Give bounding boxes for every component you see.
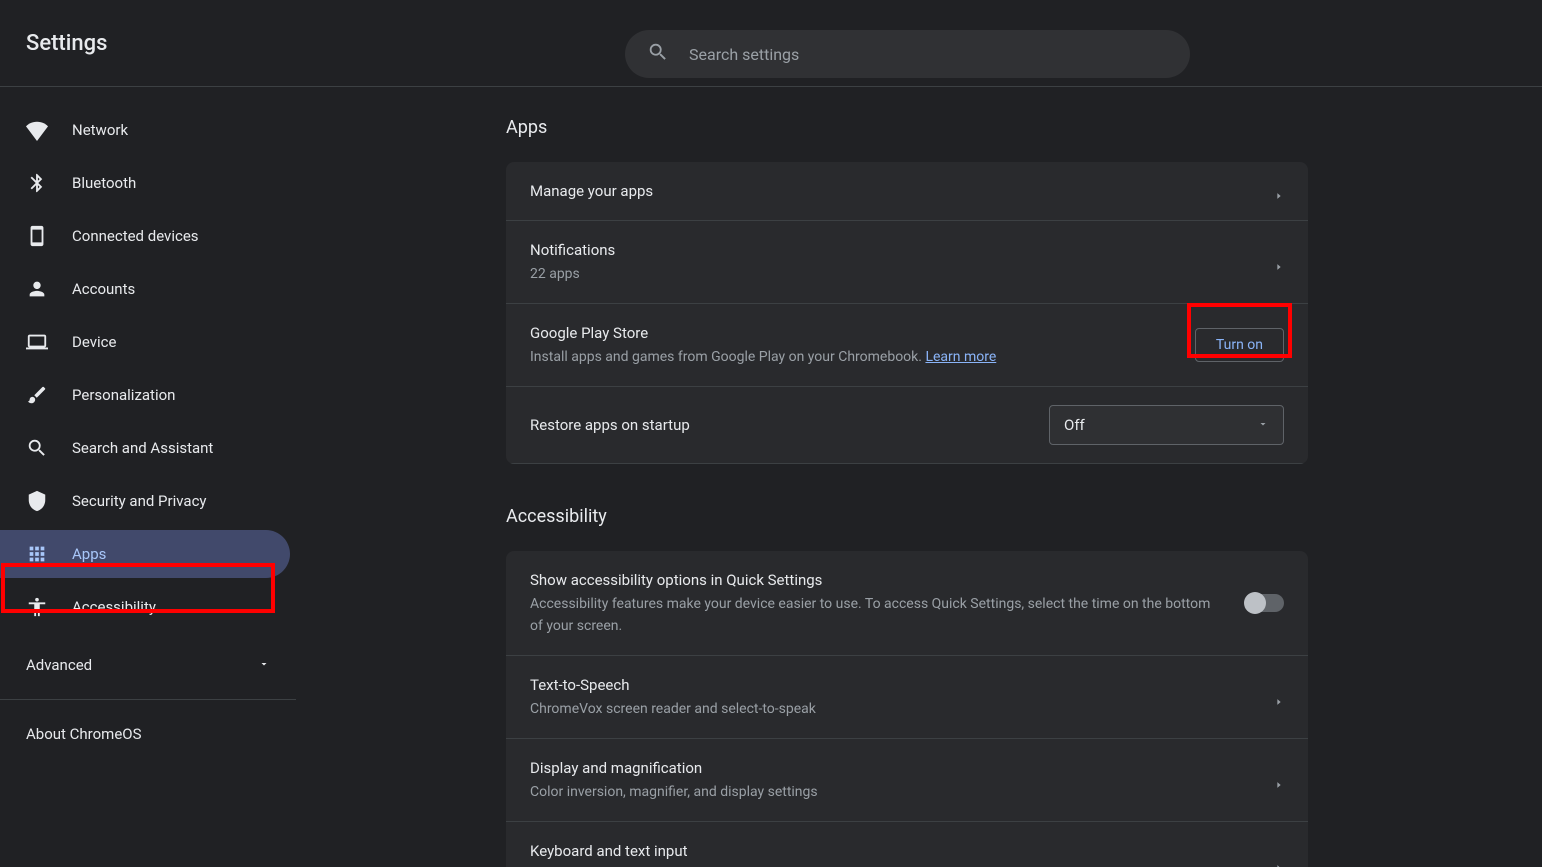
chevron-down-icon [1257,416,1269,434]
chevron-right-icon [1274,775,1284,785]
page-title: Settings [26,31,107,56]
sidebar-item-label: Apps [72,545,106,563]
accessibility-card: Show accessibility options in Quick Sett… [506,551,1308,867]
sidebar-advanced[interactable]: Advanced [0,641,296,689]
sidebar-item-device[interactable]: Device [0,318,296,366]
laptop-icon [26,331,48,353]
sidebar-item-search-assistant[interactable]: Search and Assistant [0,424,296,472]
shield-icon [26,490,48,512]
restore-apps-select[interactable]: Off [1049,405,1284,445]
chevron-right-icon [1274,186,1284,196]
sidebar-item-label: Personalization [72,386,175,404]
row-title: Display and magnification [530,757,818,779]
row-sub: Accessibility features make your device … [530,593,1220,637]
sidebar-item-label: Connected devices [72,227,199,245]
chevron-down-icon [258,656,270,674]
sidebar-divider [0,699,296,700]
row-title: Restore apps on startup [530,414,690,436]
play-sub-text: Install apps and games from Google Play … [530,349,925,365]
apps-grid-icon [26,543,48,565]
accessibility-icon [26,596,48,618]
row-manage-apps[interactable]: Manage your apps [506,162,1308,221]
person-icon [26,278,48,300]
row-google-play-store: Google Play Store Install apps and games… [506,304,1308,387]
sidebar-item-label: Search and Assistant [72,439,213,457]
sidebar: Network Bluetooth Connected devices Acco… [0,87,296,867]
chevron-right-icon [1274,257,1284,267]
row-title: Show accessibility options in Quick Sett… [530,569,1220,591]
sidebar-item-label: Security and Privacy [72,492,207,510]
section-title-apps: Apps [506,117,1308,138]
sidebar-item-label: Device [72,333,116,351]
row-notifications[interactable]: Notifications 22 apps [506,221,1308,304]
search-icon [647,41,669,67]
row-quick-settings-accessibility: Show accessibility options in Quick Sett… [506,551,1308,656]
sidebar-item-apps[interactable]: Apps [0,530,290,578]
brush-icon [26,384,48,406]
accessibility-quick-toggle[interactable] [1246,594,1284,612]
header: Settings [0,0,1542,87]
wifi-icon [26,119,48,141]
search-input[interactable] [689,45,1168,64]
row-title: Manage your apps [530,180,653,202]
learn-more-link[interactable]: Learn more [925,349,996,365]
turn-on-button[interactable]: Turn on [1195,328,1284,362]
row-sub: ChromeVox screen reader and select-to-sp… [530,698,816,720]
chevron-right-icon [1274,858,1284,867]
sidebar-about[interactable]: About ChromeOS [0,710,296,758]
magnify-icon [26,437,48,459]
row-restore-apps: Restore apps on startup Off [506,387,1308,464]
row-sub: Color inversion, magnifier, and display … [530,781,818,803]
sidebar-item-label: Accessibility [72,598,156,616]
about-label: About ChromeOS [26,725,142,743]
sidebar-item-network[interactable]: Network [0,106,296,154]
sidebar-item-accounts[interactable]: Accounts [0,265,296,313]
main-content: Apps Manage your apps Notifications 22 a… [296,87,1542,867]
row-text-to-speech[interactable]: Text-to-Speech ChromeVox screen reader a… [506,656,1308,739]
sidebar-item-accessibility[interactable]: Accessibility [0,583,296,631]
row-title: Notifications [530,239,615,261]
sidebar-item-security[interactable]: Security and Privacy [0,477,296,525]
phone-icon [26,225,48,247]
select-value: Off [1064,416,1085,434]
row-sub: 22 apps [530,263,615,285]
row-title: Google Play Store [530,322,996,344]
advanced-label: Advanced [26,656,92,674]
row-title: Text-to-Speech [530,674,816,696]
sidebar-item-bluetooth[interactable]: Bluetooth [0,159,296,207]
search-field[interactable] [625,30,1190,78]
sidebar-item-label: Bluetooth [72,174,136,192]
sidebar-item-label: Accounts [72,280,135,298]
sidebar-item-personalization[interactable]: Personalization [0,371,296,419]
chevron-right-icon [1274,692,1284,702]
row-title: Keyboard and text input [530,840,877,862]
sidebar-item-label: Network [72,121,128,139]
bluetooth-icon [26,172,48,194]
section-title-accessibility: Accessibility [506,506,1308,527]
apps-card: Manage your apps Notifications 22 apps G… [506,162,1308,464]
row-keyboard-text-input[interactable]: Keyboard and text input On-screen keyboa… [506,822,1308,867]
row-display-magnification[interactable]: Display and magnification Color inversio… [506,739,1308,822]
row-sub: Install apps and games from Google Play … [530,346,996,368]
sidebar-item-connected-devices[interactable]: Connected devices [0,212,296,260]
